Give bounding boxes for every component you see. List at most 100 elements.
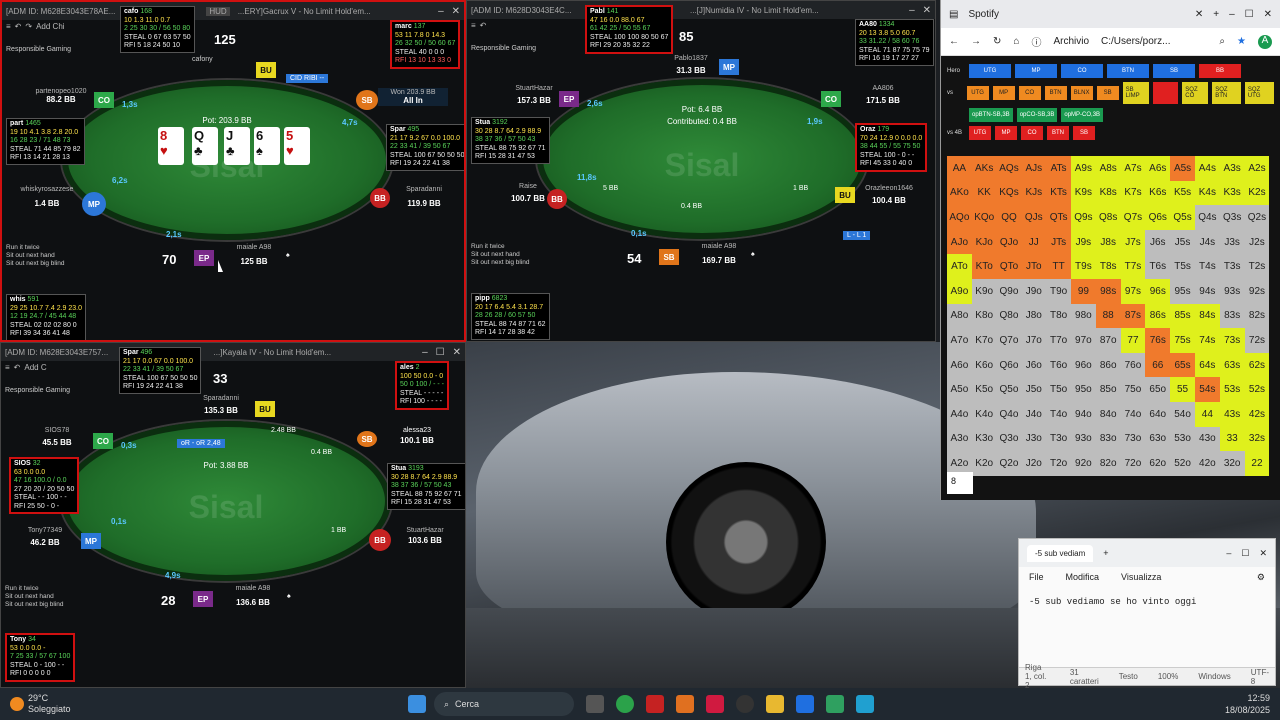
- range-cell[interactable]: T9s: [1070, 254, 1096, 279]
- sitout-next-bb-checkbox[interactable]: Sit out next big blind: [471, 259, 530, 267]
- range-cell[interactable]: K4s: [1194, 180, 1220, 206]
- range-cell[interactable]: 96o: [1070, 352, 1096, 378]
- range-viewer-window[interactable]: ▤ Spotify ✕ + – ☐ ✕ ← → ↻ ⌂ ⓘ Archivio C…: [940, 0, 1280, 500]
- hud-spar[interactable]: Spar 495 21 17 9.2 67 0.0 100.0 22 33 41…: [386, 124, 464, 171]
- sitout-next-hand-checkbox[interactable]: Sit out next hand: [6, 252, 65, 260]
- responsible-gaming-link[interactable]: Responsible Gaming: [6, 46, 71, 53]
- vs-sb-limp-button[interactable]: SB LIMP: [1122, 82, 1150, 104]
- vs4b-sb-button[interactable]: SB: [1073, 126, 1095, 140]
- hud-tag[interactable]: HUD: [206, 6, 230, 16]
- range-cell[interactable]: 76s: [1145, 328, 1171, 353]
- notepad-icon[interactable]: [856, 695, 874, 713]
- hud-ales[interactable]: ales 2 100 50 0.0 - 0 50 0 100 / - - - S…: [395, 361, 449, 410]
- range-cell[interactable]: 72o: [1120, 451, 1146, 476]
- range-cell[interactable]: T3s: [1219, 254, 1245, 279]
- range-cell[interactable]: T4s: [1194, 254, 1220, 279]
- range-cell[interactable]: 64s: [1194, 352, 1220, 378]
- range-cell[interactable]: J7o: [1021, 328, 1047, 353]
- range-cell[interactable]: A9s: [1070, 156, 1096, 181]
- range-cell[interactable]: A7o: [947, 328, 972, 353]
- vs-utg-button[interactable]: UTG: [966, 86, 989, 100]
- hud-stua[interactable]: Stua 3193 30 28 8.7 64 2.9 88.9 38 37 36…: [387, 463, 465, 510]
- hud-aa80[interactable]: AA80 1334 20 13 3.8 5.0 60.7 33 31.22 / …: [855, 19, 934, 66]
- range-cell[interactable]: 98o: [1070, 303, 1096, 329]
- range-cell[interactable]: A2s: [1244, 156, 1270, 181]
- range-cell[interactable]: T6s: [1145, 254, 1171, 279]
- address-path[interactable]: C:/Users/porz...: [1101, 36, 1207, 47]
- poker-app-icon[interactable]: [646, 695, 664, 713]
- vs-mp-button[interactable]: MP: [992, 86, 1015, 100]
- range-cell[interactable]: K5s: [1170, 180, 1195, 206]
- range-cell[interactable]: A8s: [1095, 156, 1121, 181]
- range-cell[interactable]: T6o: [1046, 352, 1071, 378]
- range-cell[interactable]: K3s: [1219, 180, 1245, 206]
- app-icon[interactable]: [826, 695, 844, 713]
- range-cell[interactable]: 82o: [1095, 451, 1121, 476]
- search-box[interactable]: ⌕ Cerca: [434, 692, 574, 716]
- range-cell[interactable]: 85o: [1095, 377, 1121, 402]
- close-icon[interactable]: ✕: [453, 347, 461, 358]
- range-cell[interactable]: K7o: [971, 328, 997, 353]
- op-mp-co-3b-button[interactable]: opMP-CO,3B: [1061, 108, 1104, 122]
- menu-modifica[interactable]: Modifica: [1066, 572, 1100, 582]
- hero-sb-button[interactable]: SB: [1153, 64, 1195, 78]
- range-cell[interactable]: 65o: [1145, 377, 1171, 402]
- range-cell[interactable]: K7s: [1120, 180, 1146, 206]
- undo-icon[interactable]: ↶: [15, 22, 22, 31]
- chat-icon[interactable]: ♠: [751, 251, 755, 258]
- range-cell[interactable]: Q3s: [1219, 205, 1245, 230]
- maximize-icon[interactable]: ☐: [436, 347, 445, 358]
- range-cell[interactable]: 87o: [1095, 328, 1121, 353]
- range-cell[interactable]: A5s: [1170, 156, 1195, 181]
- range-cell[interactable]: 75o: [1120, 377, 1146, 402]
- minimize-icon[interactable]: –: [422, 347, 428, 358]
- range-cell[interactable]: 53o: [1170, 426, 1195, 452]
- zoom-icon[interactable]: ⌕: [1219, 36, 1225, 47]
- vs-blnx-button[interactable]: BLNX: [1070, 86, 1093, 100]
- title-bar[interactable]: [ADM ID: M628D3043E4C... ...[J]Numidia I…: [467, 1, 935, 19]
- op-co-sb-3b-button[interactable]: opCO-SB,3B: [1016, 108, 1058, 122]
- range-cell[interactable]: 94s: [1194, 278, 1220, 304]
- range-cell[interactable]: Q7o: [996, 328, 1022, 353]
- range-cell[interactable]: JTs: [1046, 229, 1071, 255]
- range-cell[interactable]: A8o: [947, 303, 972, 329]
- close-tab-icon[interactable]: ✕: [1195, 9, 1203, 20]
- range-cell[interactable]: 65s: [1170, 352, 1195, 378]
- close-icon[interactable]: ✕: [452, 6, 460, 17]
- range-cell[interactable]: JJ: [1021, 229, 1047, 255]
- add-chips-button[interactable]: Add C: [24, 363, 46, 372]
- range-cell[interactable]: 74s: [1194, 328, 1220, 353]
- range-cell[interactable]: QTo: [996, 254, 1022, 279]
- range-cell[interactable]: 83s: [1219, 303, 1245, 329]
- hud-sios[interactable]: SIOS 32 63 0.0 0.0 47 16 100.0 / 0.0 27 …: [9, 457, 80, 514]
- range-cell[interactable]: K8o: [971, 303, 997, 329]
- forward-icon[interactable]: →: [971, 36, 981, 47]
- minimize-icon[interactable]: –: [1229, 9, 1235, 20]
- responsible-gaming-link[interactable]: Responsible Gaming: [5, 387, 70, 394]
- range-cell[interactable]: 43o: [1194, 426, 1220, 452]
- home-icon[interactable]: ⌂: [1013, 36, 1019, 47]
- hud-spar[interactable]: Spar 496 21 17 0.0 67 0.0 100.0 22 33 41…: [119, 347, 202, 394]
- range-cell[interactable]: QJs: [1021, 205, 1047, 230]
- range-cell[interactable]: J9o: [1021, 278, 1047, 304]
- range-cell[interactable]: J3o: [1021, 426, 1047, 452]
- new-tab-icon[interactable]: +: [1103, 548, 1108, 558]
- app-icon[interactable]: [736, 695, 754, 713]
- range-cell[interactable]: A4s: [1194, 156, 1220, 181]
- vs-sqz-co-button[interactable]: SQZ CO: [1182, 82, 1209, 104]
- vs-selected-button[interactable]: [1153, 82, 1179, 104]
- range-cell[interactable]: Q7s: [1120, 205, 1146, 230]
- range-cell[interactable]: Q9s: [1070, 205, 1096, 230]
- range-cell[interactable]: Q6s: [1145, 205, 1171, 230]
- range-cell[interactable]: AKo: [947, 180, 972, 206]
- hero-btn-button[interactable]: BTN: [1107, 64, 1149, 78]
- vs-sb-button[interactable]: SB: [1096, 86, 1119, 100]
- settings-icon[interactable]: ⚙: [1257, 572, 1265, 583]
- profile-avatar[interactable]: A: [1258, 34, 1272, 49]
- notepad-text-area[interactable]: -5 sub vediamo se ho vinto oggi: [1019, 587, 1275, 657]
- range-cell[interactable]: Q5s: [1170, 205, 1195, 230]
- hud-stua[interactable]: Stua 3192 30 28 8.7 64 2.9 88.9 38 37 36…: [471, 117, 550, 164]
- redo-icon[interactable]: ↷: [25, 22, 32, 31]
- range-cell[interactable]: AKs: [971, 156, 997, 181]
- start-icon[interactable]: [408, 695, 426, 713]
